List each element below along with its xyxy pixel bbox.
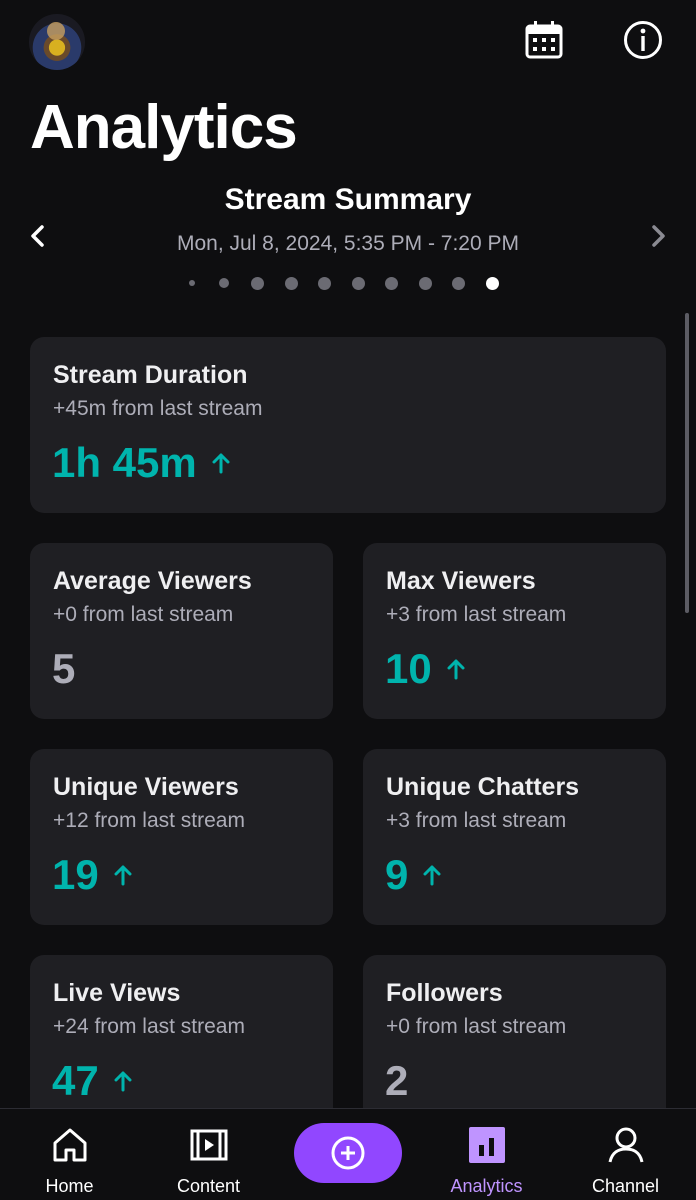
card-value: 10	[385, 645, 466, 693]
nav-home-label: Home	[45, 1176, 94, 1196]
arrow-up-icon	[423, 865, 441, 886]
analytics-bar-chart-icon	[468, 1127, 505, 1163]
user-profile-icon	[608, 1127, 643, 1163]
card-change: +45m from last stream	[53, 397, 263, 420]
bottom-nav: Home Content Analytics Channel	[0, 1108, 696, 1200]
live-views-card: Live Views +24 from last stream 47	[30, 955, 333, 1131]
nav-channel-label: Channel	[591, 1176, 660, 1196]
arrow-up-icon	[114, 1071, 132, 1092]
card-value-text: 2	[385, 1057, 409, 1104]
card-change: +24 from last stream	[53, 1015, 245, 1038]
card-value-text: 5	[52, 645, 76, 692]
pager-dot[interactable]	[284, 276, 298, 290]
nav-home[interactable]: Home	[0, 1109, 139, 1200]
card-value: 2	[385, 1057, 408, 1105]
card-change: +3 from last stream	[386, 603, 567, 626]
pager-dot[interactable]	[385, 276, 398, 290]
card-value: 19	[52, 851, 133, 899]
pager-dot[interactable]	[351, 276, 365, 290]
plus-circle-icon	[331, 1136, 365, 1170]
pager-dot-active[interactable]	[485, 276, 499, 290]
card-value-text: 1h 45m	[52, 439, 197, 486]
pager-dot[interactable]	[189, 280, 195, 286]
pager-dot[interactable]	[418, 276, 432, 290]
summary-title: Stream Summary	[224, 183, 472, 216]
card-title: Unique Chatters	[386, 773, 580, 801]
create-button[interactable]	[294, 1123, 402, 1183]
pager-dot[interactable]	[452, 276, 465, 290]
pager-dot[interactable]	[251, 276, 264, 290]
card-change: +12 from last stream	[53, 809, 245, 832]
arrow-up-icon	[447, 659, 465, 680]
arrow-up-icon	[114, 865, 132, 886]
card-value: 1h 45m	[52, 439, 231, 487]
nav-content[interactable]: Content	[139, 1109, 278, 1200]
nav-content-label: Content	[176, 1176, 241, 1196]
card-change: +0 from last stream	[386, 1015, 567, 1038]
info-icon[interactable]	[623, 20, 663, 60]
card-title: Unique Viewers	[53, 773, 239, 801]
unique-viewers-card: Unique Viewers +12 from last stream 19	[30, 749, 333, 925]
card-title: Live Views	[53, 979, 181, 1007]
nav-analytics[interactable]: Analytics	[417, 1109, 556, 1200]
arrow-up-icon	[212, 453, 230, 474]
stream-duration-card: Stream Duration +45m from last stream 1h…	[30, 337, 666, 513]
card-title: Stream Duration	[53, 361, 248, 389]
card-value-text: 47	[52, 1057, 99, 1104]
followers-card: Followers +0 from last stream 2	[363, 955, 666, 1131]
average-viewers-card: Average Viewers +0 from last stream 5	[30, 543, 333, 719]
max-viewers-card: Max Viewers +3 from last stream 10	[363, 543, 666, 719]
nav-analytics-label: Analytics	[450, 1176, 523, 1196]
pager-dot[interactable]	[318, 276, 331, 290]
page-title: Analytics	[30, 93, 298, 162]
summary-date-range: Mon, Jul 8, 2024, 5:35 PM - 7:20 PM	[176, 232, 519, 255]
nav-channel[interactable]: Channel	[556, 1109, 695, 1200]
card-title: Followers	[386, 979, 503, 1007]
card-change: +3 from last stream	[386, 809, 567, 832]
card-change: +0 from last stream	[53, 603, 234, 626]
card-value: 5	[52, 645, 75, 693]
pager-dots	[189, 276, 499, 290]
card-value: 47	[52, 1057, 133, 1105]
calendar-icon[interactable]	[524, 20, 564, 60]
unique-chatters-card: Unique Chatters +3 from last stream 9	[363, 749, 666, 925]
scrollbar[interactable]	[685, 313, 689, 613]
next-stream-chevron-icon[interactable]	[647, 222, 669, 250]
card-value: 9	[385, 851, 442, 899]
user-avatar[interactable]	[29, 14, 85, 70]
home-icon	[53, 1128, 86, 1162]
video-content-icon	[190, 1129, 227, 1161]
card-title: Max Viewers	[386, 567, 536, 595]
card-value-text: 9	[385, 851, 409, 898]
pager-dot[interactable]	[219, 278, 229, 288]
card-title: Average Viewers	[53, 567, 252, 595]
card-value-text: 19	[52, 851, 99, 898]
card-value-text: 10	[385, 645, 432, 692]
